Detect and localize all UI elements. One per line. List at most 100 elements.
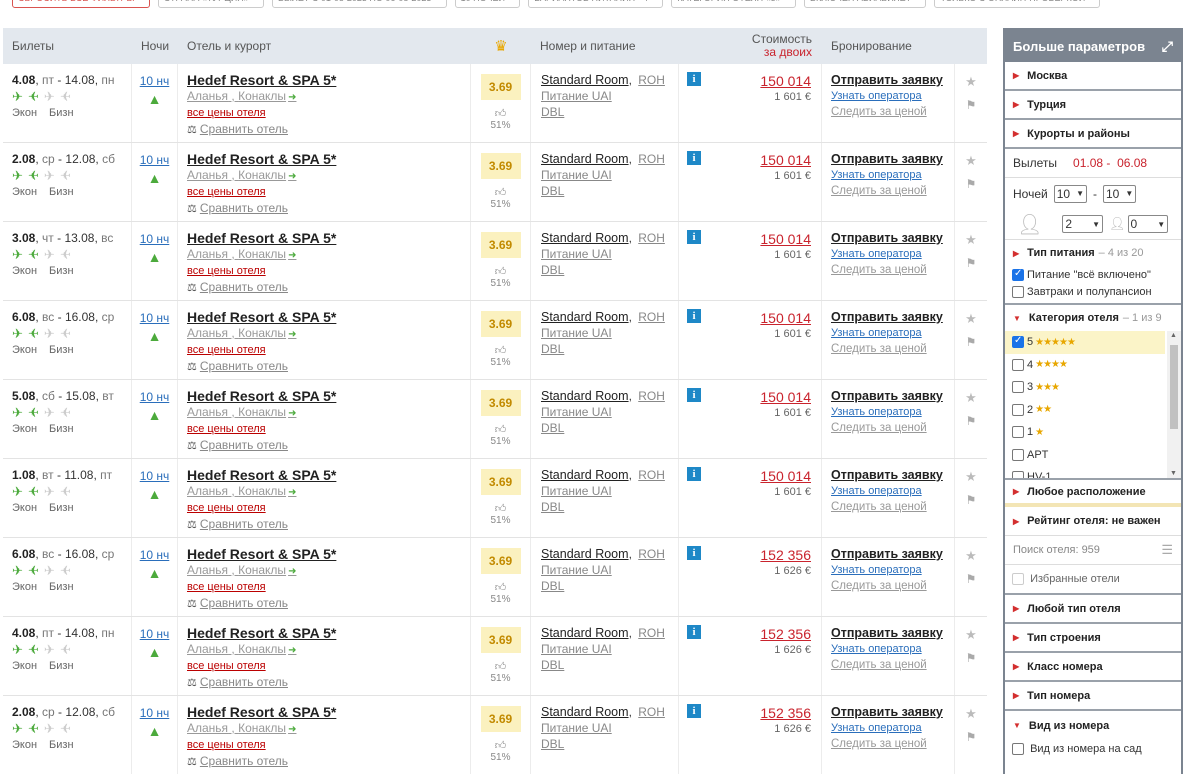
favorite-star-icon[interactable]: ★: [955, 706, 987, 722]
rating-score[interactable]: 3.69: [480, 153, 521, 179]
flag-icon[interactable]: ⚑: [955, 177, 987, 191]
city-link[interactable]: Конаклы: [238, 326, 286, 340]
city-link[interactable]: Конаклы: [238, 247, 286, 261]
region-link[interactable]: Аланья: [187, 89, 228, 103]
hotel-name-link[interactable]: Hedef Resort & SPA 5*: [187, 151, 336, 167]
rating-score[interactable]: 3.69: [480, 390, 521, 416]
region-link[interactable]: Аланья: [187, 563, 228, 577]
nights-to-select[interactable]: 10 ▼: [1103, 184, 1137, 203]
follow-price-link[interactable]: Следить за ценой: [831, 499, 954, 515]
header-rating[interactable]: ♛: [471, 28, 531, 64]
info-icon[interactable]: i: [687, 72, 701, 86]
room-type-link[interactable]: Standard Room: [541, 547, 629, 561]
hotel-name-link[interactable]: Hedef Resort & SPA 5*: [187, 309, 336, 325]
header-hotel[interactable]: Отель и курорт: [178, 28, 471, 64]
send-request-link[interactable]: Отправить заявку: [831, 467, 954, 483]
follow-price-link[interactable]: Следить за ценой: [831, 341, 954, 357]
meal-link[interactable]: Питание UAI: [541, 325, 678, 341]
scroll-up-icon[interactable]: ▲: [1170, 332, 1177, 339]
nights-link[interactable]: 10 нч: [140, 627, 170, 641]
compare-hotel[interactable]: ⚖ Сравнить отель: [187, 200, 470, 217]
meal-filter[interactable]: ▶ Тип питания – 4 из 20: [1005, 240, 1181, 266]
category-option[interactable]: 4 ★★★★: [1005, 354, 1165, 377]
category-option[interactable]: 3 ★★★: [1005, 376, 1165, 399]
hotel-name-link[interactable]: Hedef Resort & SPA 5*: [187, 72, 336, 88]
meal-checkbox[interactable]: [1012, 268, 1024, 281]
compare-hotel[interactable]: ⚖ Сравнить отель: [187, 516, 470, 533]
category-option[interactable]: APT: [1005, 444, 1165, 467]
compare-hotel[interactable]: ⚖ Сравнить отель: [187, 595, 470, 612]
nights-link[interactable]: 10 нч: [140, 706, 170, 720]
flag-icon[interactable]: ⚑: [955, 572, 987, 586]
favorite-star-icon[interactable]: ★: [955, 232, 987, 248]
compare-hotel[interactable]: ⚖ Сравнить отель: [187, 674, 470, 691]
hotel-type-filter[interactable]: ▶ Любой тип отеля: [1005, 595, 1181, 624]
favorite-star-icon[interactable]: ★: [955, 548, 987, 564]
close-icon[interactable]: ×: [253, 0, 258, 3]
category-option[interactable]: HV-1: [1005, 466, 1165, 478]
plane-back-icon[interactable]: ✈: [28, 563, 39, 578]
send-request-link[interactable]: Отправить заявку: [831, 230, 954, 246]
info-icon[interactable]: i: [687, 546, 701, 560]
region-link[interactable]: Аланья: [187, 484, 228, 498]
list-icon[interactable]: ☰: [1161, 542, 1173, 558]
follow-price-link[interactable]: Следить за ценой: [831, 736, 954, 752]
header-nights[interactable]: Ночи: [132, 28, 178, 64]
close-icon[interactable]: ×: [785, 0, 790, 3]
header-room[interactable]: Номер и питание: [531, 28, 679, 64]
plane-out-icon[interactable]: ✈: [12, 564, 23, 578]
rating-score[interactable]: 3.69: [480, 74, 521, 100]
hotel-name-link[interactable]: Hedef Resort & SPA 5*: [187, 704, 336, 720]
region-link[interactable]: Аланья: [187, 168, 228, 182]
favorite-star-icon[interactable]: ★: [955, 153, 987, 169]
rating-score[interactable]: 3.69: [480, 311, 521, 337]
flag-icon[interactable]: ⚑: [955, 493, 987, 507]
find-operator-link[interactable]: Узнать оператора: [831, 167, 954, 183]
rating-score[interactable]: 3.69: [480, 627, 521, 653]
follow-price-link[interactable]: Следить за ценой: [831, 183, 954, 199]
info-icon[interactable]: i: [687, 388, 701, 402]
scrollbar-thumb[interactable]: [1170, 345, 1178, 429]
all-prices-link[interactable]: все цены отеля: [187, 501, 470, 516]
meal-link[interactable]: Питание UAI: [541, 483, 678, 499]
compare-hotel[interactable]: ⚖ Сравнить отель: [187, 753, 470, 770]
meal-link[interactable]: Питание UAI: [541, 246, 678, 262]
adults-select[interactable]: 2 ▼: [1062, 215, 1103, 233]
follow-price-link[interactable]: Следить за ценой: [831, 262, 954, 278]
close-icon[interactable]: ×: [1089, 0, 1094, 3]
meal-link[interactable]: Питание UAI: [541, 88, 678, 104]
flag-icon[interactable]: ⚑: [955, 651, 987, 665]
compare-link[interactable]: Сравнить отель: [200, 517, 288, 531]
compare-link[interactable]: Сравнить отель: [200, 280, 288, 294]
room-type-link[interactable]: Standard Room: [541, 231, 629, 245]
rating-score[interactable]: 3.69: [480, 548, 521, 574]
compare-link[interactable]: Сравнить отель: [200, 438, 288, 452]
category-filter[interactable]: ▼ Категория отеля – 1 из 9: [1005, 305, 1181, 331]
scroll-down-icon[interactable]: ▼: [1170, 470, 1177, 477]
accommodation-link[interactable]: DBL: [541, 578, 678, 594]
compare-link[interactable]: Сравнить отель: [200, 201, 288, 215]
departure-dates[interactable]: Вылеты 01.08 - 06.08: [1005, 149, 1181, 178]
nights-link[interactable]: 10 нч: [140, 390, 170, 404]
sidebar-header[interactable]: Больше параметров ⤢: [1005, 30, 1181, 62]
flag-icon[interactable]: ⚑: [955, 256, 987, 270]
favorite-star-icon[interactable]: ★: [955, 390, 987, 406]
find-operator-link[interactable]: Узнать оператора: [831, 325, 954, 341]
compare-hotel[interactable]: ⚖ Сравнить отель: [187, 279, 470, 296]
plane-back-icon[interactable]: ✈: [28, 405, 39, 420]
send-request-link[interactable]: Отправить заявку: [831, 546, 954, 562]
room-view-option[interactable]: Вид из номера на сад: [1005, 740, 1181, 757]
filter-chip[interactable]: ВКЛЮЧЕН АВИАБИЛЕТ ×: [803, 0, 927, 8]
room-type-link[interactable]: Standard Room: [541, 73, 629, 87]
nights-link[interactable]: 10 нч: [140, 232, 170, 246]
send-request-link[interactable]: Отправить заявку: [831, 625, 954, 641]
nights-link[interactable]: 10 нч: [140, 548, 170, 562]
category-option[interactable]: 5★★★★★: [1005, 331, 1165, 354]
rating-score[interactable]: 3.69: [480, 232, 521, 258]
favorites-checkbox[interactable]: [1012, 573, 1024, 585]
expand-icon[interactable]: ⤢: [1162, 38, 1173, 55]
accommodation-link[interactable]: DBL: [541, 657, 678, 673]
find-operator-link[interactable]: Узнать оператора: [831, 404, 954, 420]
room-type-link[interactable]: Standard Room: [541, 705, 629, 719]
room-type-link[interactable]: Standard Room: [541, 389, 629, 403]
